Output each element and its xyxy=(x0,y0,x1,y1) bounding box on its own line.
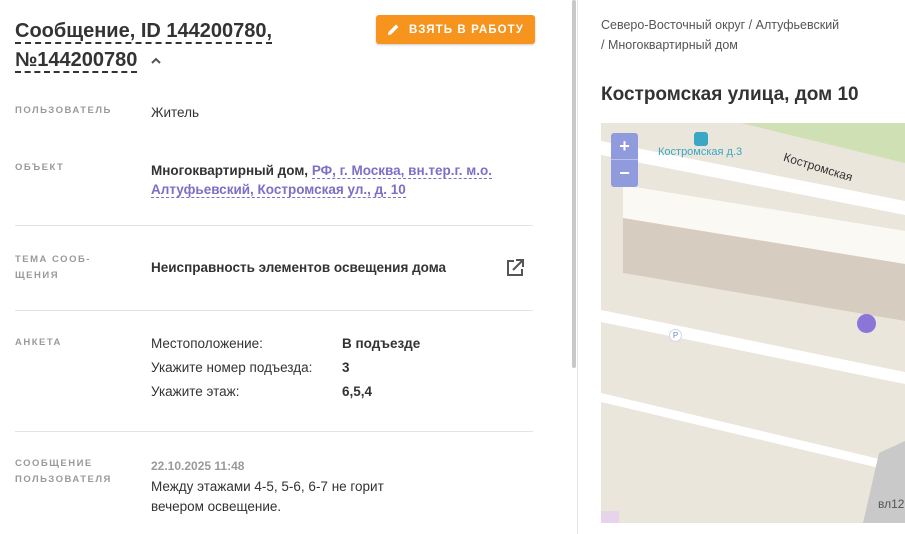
survey-answer: 6,5,4 xyxy=(342,384,373,399)
divider xyxy=(15,225,533,226)
take-to-work-button[interactable]: ВЗЯТЬ В РАБОТУ xyxy=(376,15,535,44)
user-value: Житель xyxy=(151,105,200,120)
bus-stop-label: Костромская д.3 xyxy=(658,146,743,158)
divider xyxy=(15,431,533,432)
column-divider xyxy=(577,0,578,534)
breadcrumb: Северо-Восточный округ / Алтуфьевский / … xyxy=(601,15,891,55)
title-number: №144200780 xyxy=(15,49,138,73)
survey-answer: В подъезде xyxy=(342,336,421,351)
survey-question: Укажите номер подъезда: xyxy=(151,360,313,375)
object-label: ОБЪЕКТ xyxy=(15,162,65,173)
take-to-work-label: ВЗЯТЬ В РАБОТУ xyxy=(408,23,525,36)
title-id: Сообщение, ID 144200780, xyxy=(15,20,273,44)
chevron-up-icon[interactable] xyxy=(149,54,163,68)
message-text: Между этажами 4-5, 5-6, 6-7 не горит веч… xyxy=(151,479,384,514)
object-type: Многоквартирный дом, xyxy=(151,163,309,178)
message-title: Сообщение, ID 144200780, №144200780 xyxy=(15,17,365,75)
survey-question: Укажите этаж: xyxy=(151,384,240,399)
parking-icon: P xyxy=(669,329,682,342)
breadcrumb-line1: Северо-Восточный округ / Алтуфьевский xyxy=(601,18,840,32)
scrollbar[interactable] xyxy=(572,0,576,368)
bus-stop-icon xyxy=(694,132,708,146)
user-label: ПОЛЬЗОВАТЕЛЬ xyxy=(15,105,112,116)
address-title: Костромская улица, дом 10 xyxy=(601,84,859,105)
building-number-label: вл12 xyxy=(878,497,905,511)
topic-label: ТЕМА СООБ- ЩЕНИЯ xyxy=(15,252,91,284)
location-pin-icon[interactable] xyxy=(857,314,876,333)
zoom-out-button[interactable]: − xyxy=(611,160,638,187)
message-label-line1: СООБЩЕНИЕ xyxy=(15,458,93,469)
object-value: Многоквартирный дом, РФ, г. Москва, вн.т… xyxy=(151,161,511,199)
survey-answer: 3 xyxy=(342,360,350,375)
zoom-control: + − xyxy=(611,133,638,187)
topic-label-line1: ТЕМА СООБ- xyxy=(15,254,91,265)
message-label-line2: ПОЛЬЗОВАТЕЛЯ xyxy=(15,474,112,485)
breadcrumb-line2: / Многоквартирный дом xyxy=(601,38,738,52)
message-timestamp: 22.10.2025 11:48 xyxy=(151,459,245,473)
message-panel: Сообщение, ID 144200780, №144200780 ВЗЯТ… xyxy=(0,0,560,534)
topic-value: Неисправность элементов освещения дома xyxy=(151,260,447,275)
map[interactable]: + − Костромская д.3 Костромская P вл12 xyxy=(601,123,905,523)
external-link-icon[interactable] xyxy=(505,258,525,278)
survey-question: Местоположение: xyxy=(151,336,263,351)
object-address-link-2[interactable]: Алтуфьевский, Костромская ул., д. 10 xyxy=(151,182,406,198)
survey-label: АНКЕТА xyxy=(15,337,62,348)
page: Сообщение, ID 144200780, №144200780 ВЗЯТ… xyxy=(0,0,905,534)
zoom-in-button[interactable]: + xyxy=(611,133,638,160)
divider xyxy=(15,310,533,311)
topic-label-line2: ЩЕНИЯ xyxy=(15,270,60,281)
message-label: СООБЩЕНИЕ ПОЛЬЗОВАТЕЛЯ xyxy=(15,456,112,488)
pencil-icon xyxy=(387,24,399,35)
object-address-link-1[interactable]: РФ, г. Москва, вн.тер.г. м.о. xyxy=(311,163,492,179)
